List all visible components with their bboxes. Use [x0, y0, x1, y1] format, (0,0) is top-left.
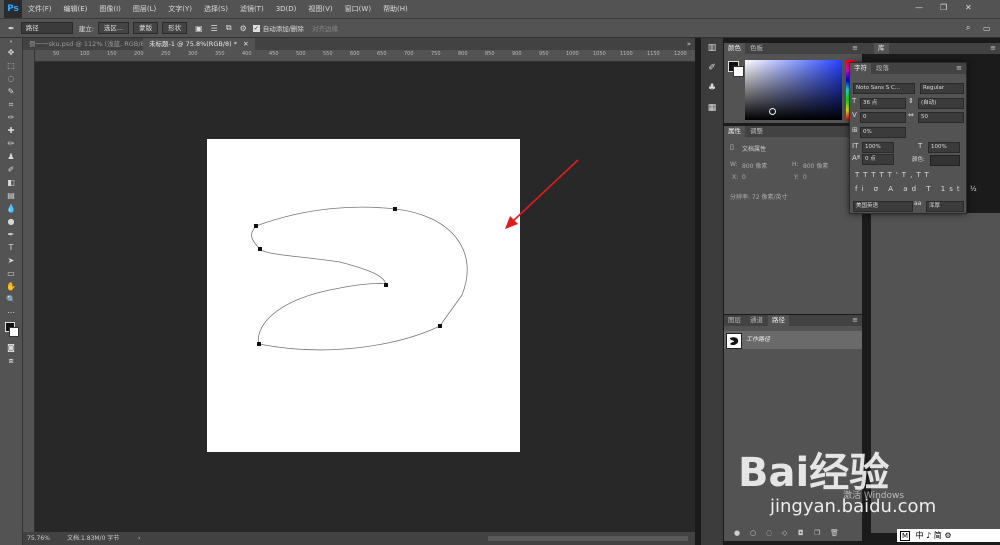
tracking-field[interactable]: 50: [918, 112, 964, 123]
anchor-point: [438, 324, 442, 328]
text-color-swatch[interactable]: [930, 155, 960, 166]
path-thumbnail-shape: [730, 337, 739, 346]
work-path: [251, 206, 468, 351]
trash-icon[interactable]: 🗑: [830, 529, 839, 537]
font-family-select[interactable]: Noto Sans S C...: [853, 83, 915, 94]
character-header: 字符 段落 ≡: [850, 63, 966, 74]
tab-character[interactable]: 字符: [850, 63, 871, 74]
y-value[interactable]: 0: [803, 174, 807, 181]
resolution-text: 分辨率: 72 像素/英寸: [730, 194, 788, 201]
properties-header: 属性 调整: [724, 126, 862, 137]
paths-footer: ● ○ ◌ ◇ ◘ ❐ 🗑: [724, 528, 862, 541]
panel-icon-strip: ▥ ✐ ♣ ▦: [701, 38, 723, 545]
kerning-field[interactable]: 0: [860, 112, 906, 123]
width-label: W:: [730, 161, 738, 168]
horizontal-scrollbar[interactable]: [488, 536, 688, 541]
history-icon[interactable]: ▥: [701, 38, 723, 58]
ime-logo-icon[interactable]: M: [900, 531, 911, 541]
load-selection-icon[interactable]: ◌: [766, 529, 772, 537]
zoom-level[interactable]: 75.76%: [27, 532, 50, 545]
tab-channels[interactable]: 通道: [746, 315, 767, 326]
background-swatch[interactable]: [733, 66, 744, 77]
horizontal-scale-icon: T: [918, 142, 923, 150]
new-path-icon[interactable]: ❐: [814, 529, 820, 537]
doc-size[interactable]: 文档:1.83M/0 字节: [67, 532, 119, 545]
fill-path-icon[interactable]: ●: [734, 529, 740, 537]
ime-toolbar[interactable]: M 中 ♪ 简 ⚙: [897, 529, 1000, 542]
horizontal-scale-field[interactable]: 100%: [928, 142, 960, 153]
color-panel: 颜色 色板 ≡: [724, 43, 862, 123]
library-header: 库 ≡: [862, 43, 1000, 54]
font-size-icon: T: [852, 97, 857, 105]
width-value[interactable]: 800 像素: [742, 161, 767, 170]
panel-menu-icon[interactable]: ≡: [852, 43, 858, 54]
actions-icon[interactable]: ♣: [701, 78, 723, 98]
height-value[interactable]: 800 像素: [803, 161, 828, 170]
anchor-point: [254, 224, 258, 228]
paths-header: 图层 通道 路径 ≡: [724, 315, 862, 326]
color-picker-handle[interactable]: [769, 108, 776, 115]
tracking-icon: ⇔: [908, 111, 914, 119]
baseline-field[interactable]: 0 点: [862, 154, 894, 165]
tsume-field[interactable]: 0%: [860, 127, 906, 138]
path-item[interactable]: 工作路径: [724, 331, 862, 349]
x-value[interactable]: 0: [742, 174, 746, 181]
add-mask-icon[interactable]: ◘: [798, 529, 804, 537]
leading-field[interactable]: (自动): [918, 98, 964, 109]
panel-menu-icon[interactable]: ≡: [990, 43, 996, 54]
panel-menu-icon[interactable]: ≡: [852, 315, 858, 326]
watermark-url: jingyan.baidu.com: [770, 496, 937, 517]
tab-library[interactable]: 库: [874, 43, 889, 54]
tab-paragraph[interactable]: 段落: [872, 63, 893, 74]
panel-menu-icon[interactable]: ≡: [956, 63, 962, 74]
tab-adjustments[interactable]: 调整: [746, 126, 767, 137]
font-size-field[interactable]: 36 点: [860, 98, 906, 109]
character-panel: 字符 段落 ≡ Noto Sans S C... Regular T 36 点 …: [849, 62, 977, 214]
font-style-select[interactable]: Regular: [920, 83, 964, 94]
vertical-scale-field[interactable]: 100%: [862, 142, 894, 153]
tab-swatches[interactable]: 色板: [746, 43, 767, 54]
adjustments-icon[interactable]: ▦: [701, 98, 723, 118]
y-label: Y:: [794, 174, 799, 181]
scale-icon: ⊞: [852, 126, 858, 134]
path-thumbnail: [726, 333, 742, 349]
height-label: H:: [792, 161, 799, 168]
tab-layers[interactable]: 图层: [724, 315, 745, 326]
antialias-select[interactable]: 浑厚: [926, 201, 964, 212]
text-style-buttons[interactable]: TTTTT'T,TT: [855, 171, 933, 179]
document-icon: ▯: [730, 143, 734, 151]
opentype-buttons[interactable]: fi σ A ad T 1st ½: [855, 185, 981, 193]
anchor-point: [258, 247, 262, 251]
library-panel: 库 ≡: [862, 43, 1000, 61]
color-panel-header: 颜色 色板 ≡: [724, 43, 862, 54]
vertical-scale-icon: IT: [852, 142, 859, 150]
anchor-point: [384, 283, 388, 287]
properties-panel: 属性 调整 ▯ 文档属性 W: 800 像素 H: 800 像素 X: 0 Y:…: [724, 126, 862, 314]
tab-properties[interactable]: 属性: [724, 126, 745, 137]
leading-icon: ⇕: [908, 97, 914, 105]
baseline-icon: Aª: [852, 154, 861, 162]
tab-paths[interactable]: 路径: [768, 315, 789, 326]
properties-title: 文档属性: [742, 146, 767, 153]
status-arrow-icon[interactable]: ›: [138, 532, 140, 545]
annotation-arrow: [511, 159, 579, 223]
tab-color[interactable]: 颜色: [724, 43, 745, 54]
make-path-icon[interactable]: ◇: [782, 529, 787, 537]
stroke-path-icon[interactable]: ○: [750, 529, 756, 537]
x-label: X:: [732, 174, 739, 181]
anchor-point: [393, 207, 397, 211]
kerning-icon: V: [852, 111, 857, 119]
language-select[interactable]: 美国英语: [853, 201, 913, 212]
anchor-point: [257, 342, 261, 346]
color-field[interactable]: [745, 60, 842, 120]
status-bar: 75.76% 文档:1.83M/0 字节 ›: [23, 532, 695, 545]
color-label: 颜色:: [912, 157, 925, 163]
brush-settings-icon[interactable]: ✐: [701, 58, 723, 78]
ime-status[interactable]: 中 ♪ 简 ⚙: [916, 531, 952, 540]
path-item-label: 工作路径: [746, 336, 771, 343]
antialias-icon: aa: [914, 200, 922, 207]
